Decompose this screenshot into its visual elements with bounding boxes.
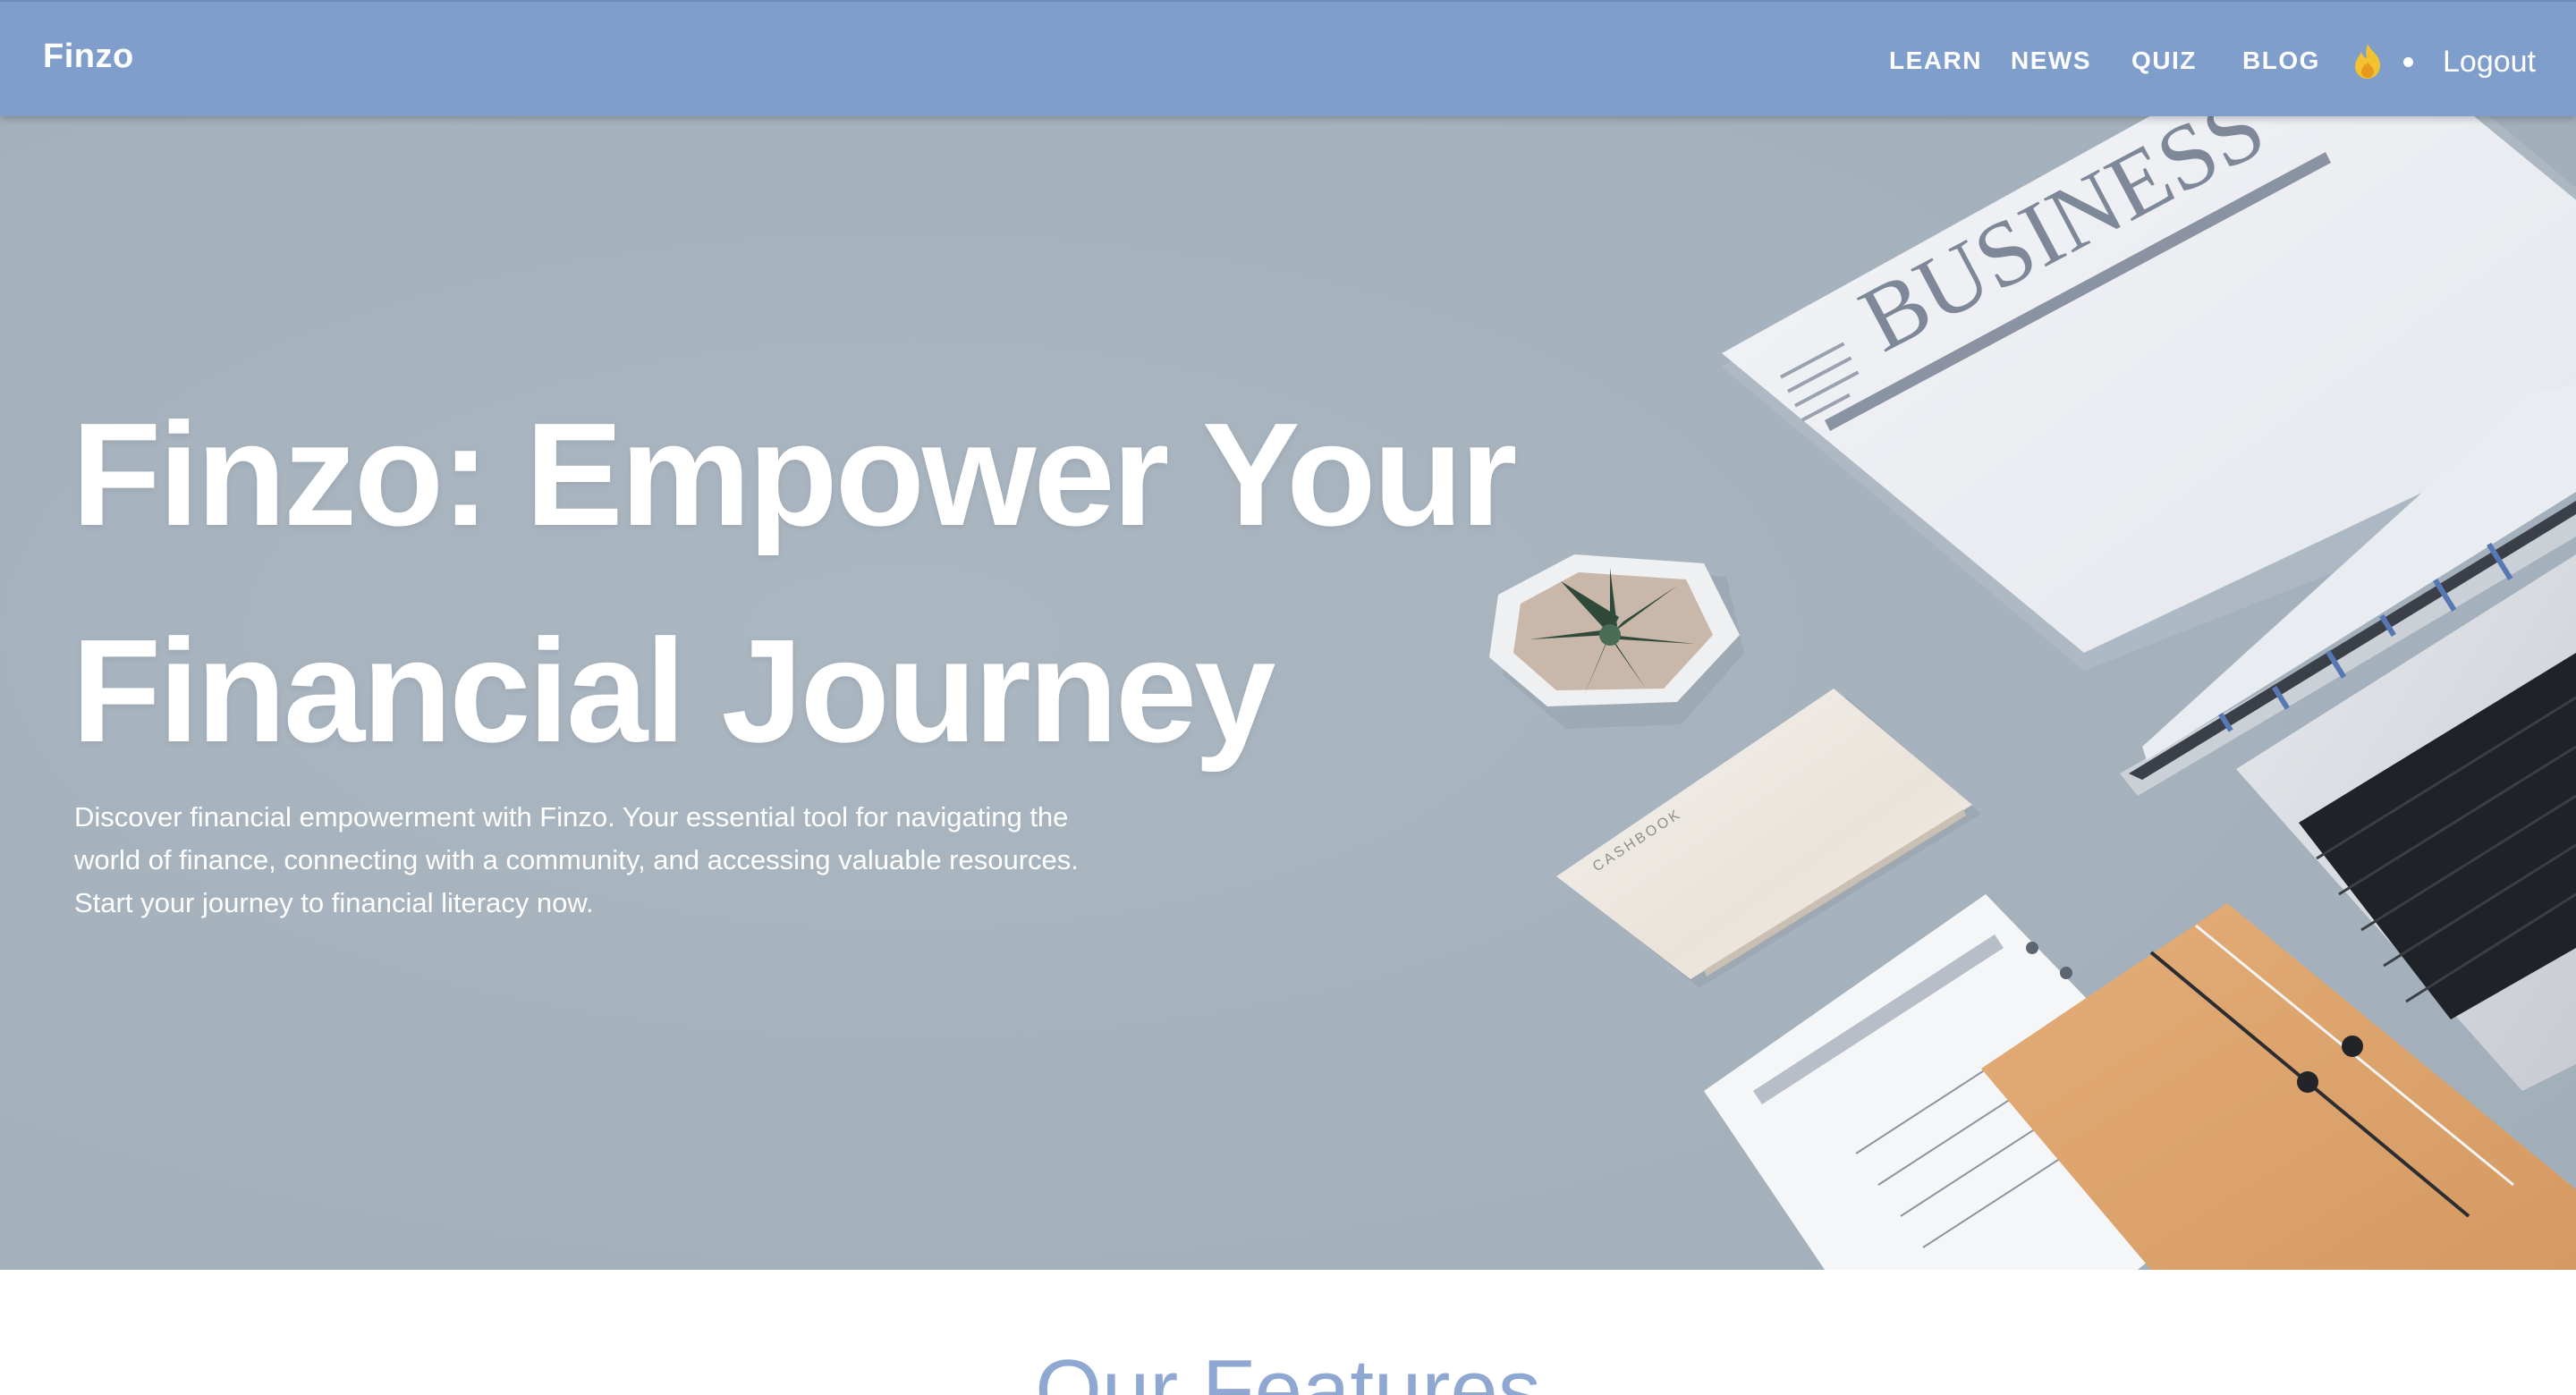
hero-title-line-1: Finzo: Empower Your — [72, 393, 1517, 556]
dot-separator-icon — [2403, 57, 2413, 67]
top-navbar: Finzo LEARN NEWS QUIZ BLOG Logout — [0, 0, 2576, 116]
nav-link-quiz[interactable]: QUIZ — [2131, 46, 2197, 75]
hero-title-line-2: Financial Journey — [72, 609, 1275, 773]
hero-title: Finzo: Empower Your Financial Journey — [72, 367, 1592, 799]
hero-description: Discover financial empowerment with Finz… — [74, 801, 1079, 918]
hero-section: BUSINESS CASHBOOK Finzo: Empower Your Fi… — [0, 116, 2576, 1270]
nav-link-learn[interactable]: LEARN — [1889, 46, 1982, 75]
nav-link-news[interactable]: NEWS — [2011, 46, 2091, 75]
flame-icon[interactable] — [2351, 42, 2385, 80]
features-section-title: Our Features — [1035, 1342, 1541, 1395]
brand-logo[interactable]: Finzo — [43, 38, 134, 76]
logout-button[interactable]: Logout — [2443, 45, 2536, 80]
nav-link-blog[interactable]: BLOG — [2242, 46, 2320, 75]
